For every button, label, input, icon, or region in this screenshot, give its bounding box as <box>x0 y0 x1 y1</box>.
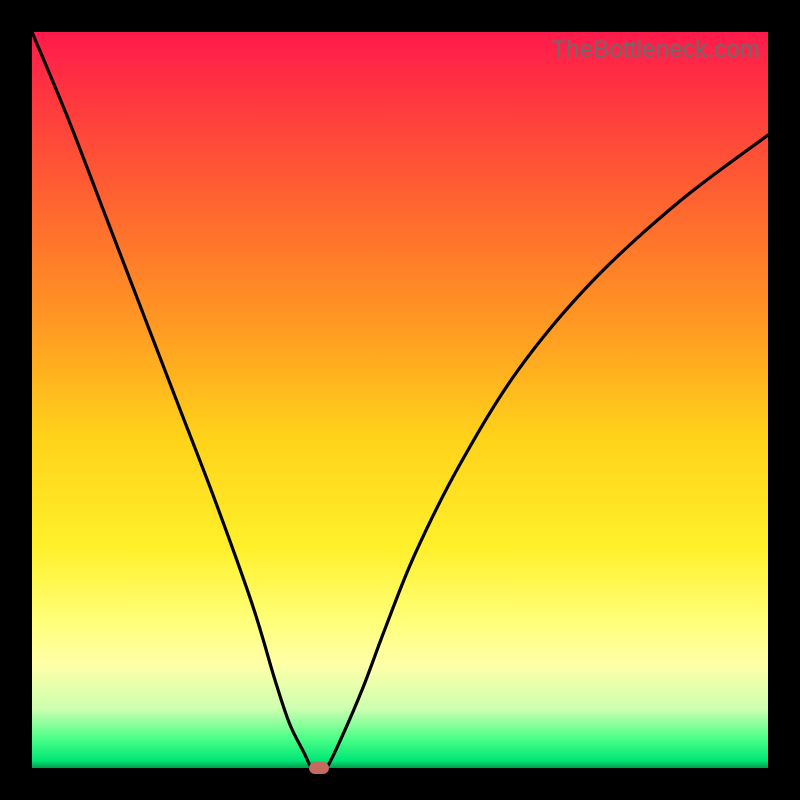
bottleneck-curve <box>32 32 768 768</box>
chart-frame: TheBottleneck.com <box>0 0 800 800</box>
curve-path <box>32 32 768 770</box>
plot-area: TheBottleneck.com <box>32 32 768 768</box>
optimum-marker <box>309 762 329 774</box>
